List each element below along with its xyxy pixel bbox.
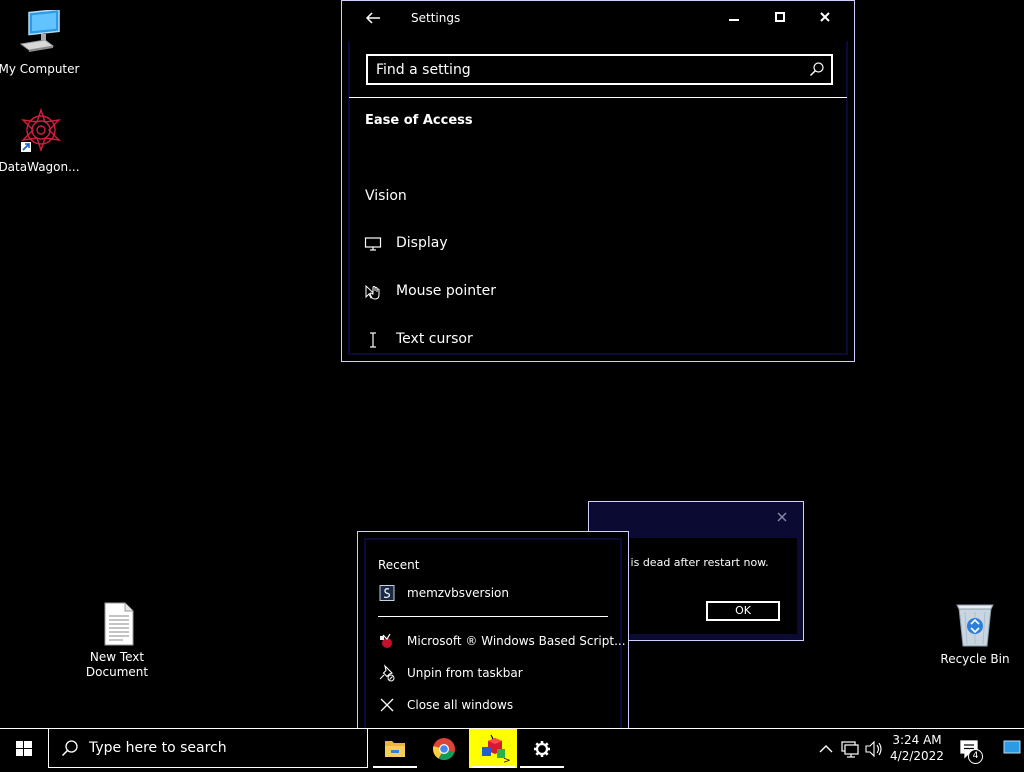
datawagon-logo-icon	[21, 108, 61, 153]
taskbar-jump-list: Recent memzvbsversion Microsoft ® Window…	[357, 531, 629, 729]
jump-list-separator	[378, 616, 608, 617]
folder-icon	[385, 741, 405, 757]
nav-item-display[interactable]: Display	[362, 229, 832, 259]
jump-list-item-close-all[interactable]: Close all windows	[372, 692, 612, 718]
desktop-icon-new-text-document[interactable]: New Text Document	[74, 602, 160, 680]
window-title: Settings	[411, 11, 461, 25]
section-title: Ease of Access	[365, 113, 473, 128]
jump-list-item-wscript[interactable]: Microsoft ® Windows Based Script...	[372, 628, 626, 654]
desktop-icon-my-computer[interactable]: My Computer	[0, 10, 82, 77]
taskbar-app-settings[interactable]	[518, 729, 566, 768]
clock-time: 3:24 AM	[892, 733, 942, 747]
search-icon	[61, 740, 78, 757]
jump-list-item-memzvbsversion[interactable]: memzvbsversion	[372, 580, 612, 606]
script-file-icon	[379, 585, 395, 601]
taskbar-search-placeholder: Type here to search	[89, 740, 227, 756]
maximize-button[interactable]	[760, 5, 800, 31]
network-icon	[841, 741, 859, 758]
taskbar-app-chrome[interactable]	[420, 729, 468, 768]
close-icon	[380, 698, 394, 712]
jump-list-item-label: Unpin from taskbar	[407, 666, 523, 680]
unpin-icon	[379, 664, 395, 682]
window-frame	[348, 41, 848, 355]
group-label-vision: Vision	[365, 188, 407, 204]
network-tray-button[interactable]	[838, 729, 862, 768]
desktop-icon-label: Recycle Bin	[940, 652, 1010, 666]
jump-list-item-label: Microsoft ® Windows Based Script...	[407, 634, 626, 648]
jump-list-heading-recent: Recent	[378, 558, 420, 572]
close-icon[interactable]	[775, 510, 789, 524]
desktop-icon-label: DataWagon...	[0, 160, 80, 174]
show-desktop-icon	[1003, 740, 1021, 754]
nav-item-label: Display	[396, 235, 448, 251]
clock: 3:24 AM 4/2/2022	[886, 732, 948, 764]
search-input[interactable]	[376, 59, 796, 81]
settings-window: Settings Ease of Access Vision	[341, 0, 855, 362]
jump-list-item-label: Close all windows	[407, 698, 514, 712]
monitor-icon	[364, 237, 382, 251]
taskbar: Type here to search > 3:24 AM 4/2/2022 4	[0, 728, 1024, 768]
computer-icon	[19, 10, 60, 52]
nav-item-label: Text cursor	[396, 331, 473, 347]
nav-item-mouse-pointer[interactable]: Mouse pointer	[362, 277, 832, 307]
chrome-icon	[433, 738, 455, 761]
ok-button[interactable]: OK	[706, 601, 780, 621]
header-divider	[349, 97, 847, 98]
dialog-title-bar[interactable]	[589, 502, 803, 532]
taskbar-app-file-explorer[interactable]	[371, 729, 419, 768]
show-desktop-button[interactable]	[1000, 729, 1024, 768]
start-button[interactable]	[0, 729, 48, 768]
close-icon	[820, 12, 830, 22]
volume-tray-button[interactable]	[862, 729, 886, 768]
windows-logo-icon	[16, 741, 32, 756]
desktop-icon-label: My Computer	[0, 62, 80, 76]
action-center-button[interactable]: 4	[954, 729, 988, 768]
notification-count-badge: 4	[968, 749, 983, 764]
svg-text:>: >	[503, 756, 511, 766]
dialog-message: c is dead after restart now.	[621, 556, 769, 569]
text-document-icon	[104, 602, 134, 646]
taskbar-search-box[interactable]: Type here to search	[48, 729, 368, 768]
close-button[interactable]	[805, 5, 845, 31]
recycle-bin-icon	[956, 604, 994, 647]
text-cursor-icon	[370, 332, 376, 348]
show-hidden-icons-button[interactable]	[814, 729, 838, 768]
taskbar-app-wscript[interactable]: >	[469, 729, 517, 768]
desktop-icon-recycle-bin[interactable]: Recycle Bin	[932, 602, 1018, 667]
desktop-icon-label: New Text Document	[85, 650, 149, 679]
chevron-up-icon	[819, 745, 833, 753]
minimize-icon	[729, 19, 739, 21]
title-bar[interactable]: Settings	[342, 1, 854, 35]
desktop-icon-datawagon[interactable]: DataWagon...	[0, 108, 82, 175]
speaker-icon	[865, 740, 882, 758]
mouse-pointer-icon	[365, 284, 380, 300]
clock-button[interactable]: 3:24 AM 4/2/2022	[886, 729, 948, 768]
jump-list-item-unpin[interactable]: Unpin from taskbar	[372, 660, 612, 686]
jump-list-item-label: memzvbsversion	[407, 586, 509, 600]
find-setting-search-box[interactable]	[366, 54, 833, 85]
nav-item-text-cursor[interactable]: Text cursor	[362, 325, 832, 355]
wscript-icon: >	[482, 734, 511, 766]
nav-item-label: Mouse pointer	[396, 283, 496, 299]
search-icon[interactable]	[809, 61, 825, 77]
maximize-icon	[775, 12, 785, 22]
wscript-icon	[380, 633, 392, 648]
back-arrow-icon[interactable]	[364, 9, 382, 27]
gear-icon	[534, 741, 550, 757]
clock-date: 4/2/2022	[890, 749, 944, 763]
minimize-button[interactable]	[714, 5, 754, 31]
